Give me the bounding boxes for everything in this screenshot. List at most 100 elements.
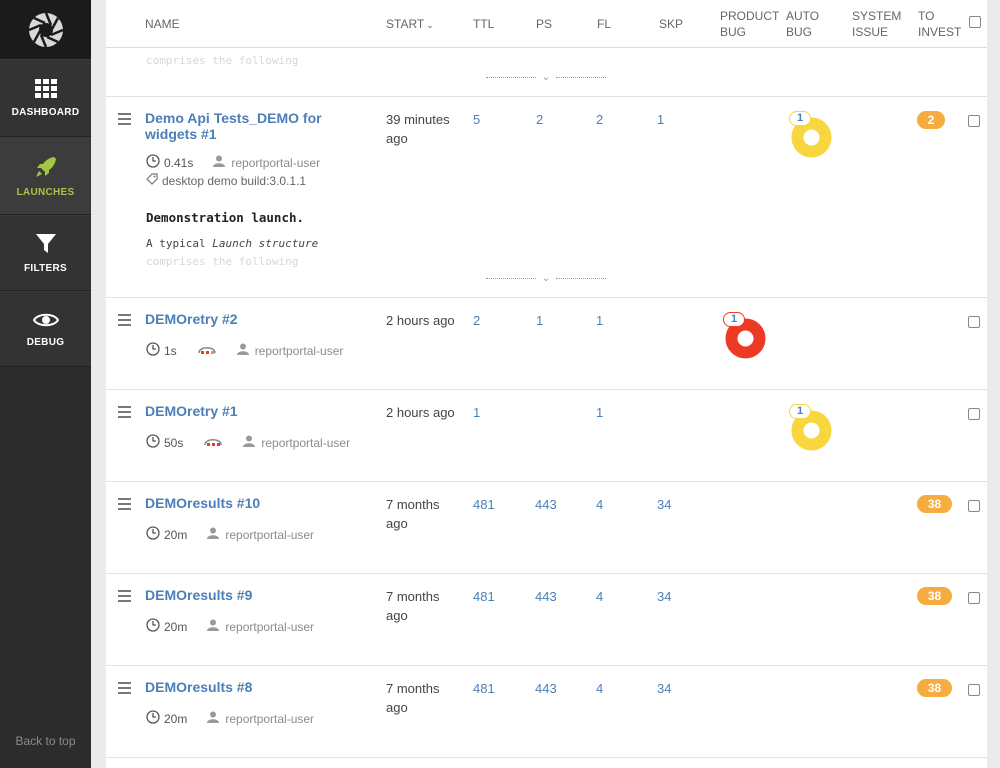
- stat-skipped[interactable]: 34: [657, 497, 671, 512]
- column-header-ttl[interactable]: TTL: [473, 16, 494, 32]
- description-text-italic: Launch structure: [212, 237, 319, 250]
- stat-passed[interactable]: 443: [535, 681, 557, 696]
- header-line: INVEST: [918, 25, 962, 39]
- stat-failed[interactable]: 4: [596, 681, 603, 696]
- launch-name-link[interactable]: DEMOresults #8: [145, 679, 252, 695]
- column-header-name[interactable]: NAME: [145, 16, 180, 32]
- launch-name-link[interactable]: DEMOresults #10: [145, 495, 260, 511]
- to-investigate-badge[interactable]: 2: [917, 111, 945, 129]
- sidebar-item-label: DEBUG: [26, 336, 65, 348]
- to-investigate-badge[interactable]: 38: [917, 587, 952, 605]
- stat-skipped[interactable]: 34: [657, 681, 671, 696]
- stat-failed[interactable]: 1: [596, 313, 603, 328]
- stat-total[interactable]: 481: [473, 681, 495, 696]
- to-investigate-badge[interactable]: 38: [917, 679, 952, 697]
- sidebar-item-label: DASHBOARD: [11, 106, 80, 118]
- column-header-auto-bug[interactable]: AUTO BUG: [786, 8, 819, 40]
- description-expander[interactable]: ⌄: [482, 71, 610, 83]
- product-bug-count: 1: [723, 312, 745, 327]
- launch-start-time: 7 months ago: [386, 589, 440, 623]
- description-text-prefix: A typical: [146, 237, 213, 250]
- header-line: BUG: [720, 25, 747, 39]
- launch-attribute-value[interactable]: desktop demo build:3.0.1.1: [162, 174, 306, 188]
- launch-duration: 50s: [164, 435, 184, 450]
- row-checkbox[interactable]: [968, 684, 980, 696]
- sidebar-item-filters[interactable]: FILTERS: [0, 215, 91, 291]
- stat-total[interactable]: 481: [473, 497, 495, 512]
- column-header-ps[interactable]: PS: [536, 16, 552, 32]
- column-header-fl[interactable]: FL: [597, 16, 611, 32]
- column-header-to-invest[interactable]: TO INVEST: [918, 8, 961, 40]
- clock-icon: [146, 618, 160, 635]
- description-fade-text: comprises the following: [146, 255, 299, 268]
- retry-icon[interactable]: [203, 435, 223, 450]
- drag-handle-icon[interactable]: [118, 682, 131, 697]
- launch-name-link[interactable]: DEMOresults #9: [145, 587, 252, 603]
- launch-owner[interactable]: reportportal-user: [255, 344, 344, 358]
- sidebar-item-debug[interactable]: DEBUG: [0, 291, 91, 367]
- launch-owner[interactable]: reportportal-user: [225, 528, 314, 542]
- sidebar-item-label: LAUNCHES: [16, 186, 75, 198]
- launch-meta: 20m reportportal-user: [146, 526, 314, 543]
- stat-total[interactable]: 481: [473, 589, 495, 604]
- select-all-checkbox[interactable]: [969, 16, 981, 28]
- drag-handle-icon[interactable]: [118, 590, 131, 605]
- launch-name-link[interactable]: Demo Api Tests_DEMO for widgets #1: [145, 110, 345, 142]
- stat-failed[interactable]: 4: [596, 497, 603, 512]
- stat-skipped[interactable]: 1: [657, 112, 664, 127]
- launch-name-link[interactable]: DEMOretry #2: [145, 311, 238, 327]
- launch-meta: 50s reportportal-user: [146, 434, 350, 451]
- drag-handle-icon[interactable]: [118, 498, 131, 513]
- sidebar-item-launches[interactable]: LAUNCHES: [0, 137, 91, 215]
- column-header-start[interactable]: START ⌄: [386, 16, 434, 33]
- stat-passed[interactable]: 443: [535, 497, 557, 512]
- user-icon: [243, 435, 256, 450]
- launch-owner[interactable]: reportportal-user: [231, 156, 320, 170]
- table-row: DEMOretry #1 50s reportportal-user 2 hou…: [106, 390, 987, 482]
- stat-skipped[interactable]: 34: [657, 589, 671, 604]
- stat-failed[interactable]: 1: [596, 405, 603, 420]
- launch-owner[interactable]: reportportal-user: [225, 712, 314, 726]
- launch-duration: 20m: [164, 527, 188, 542]
- stat-total[interactable]: 1: [473, 405, 480, 420]
- launches-table: NAME START ⌄ TTL PS FL SKP PRODUCT BUG AUT…: [106, 0, 987, 768]
- filter-icon: [35, 233, 56, 253]
- back-to-top-link[interactable]: Back to top: [0, 734, 91, 748]
- user-icon: [236, 343, 249, 358]
- column-header-system-issue[interactable]: SYSTEM ISSUE: [852, 8, 901, 40]
- table-row: DEMOresults #8 20m reportportal-user 7 m…: [106, 666, 987, 758]
- drag-handle-icon[interactable]: [118, 406, 131, 421]
- row-checkbox[interactable]: [968, 408, 980, 420]
- description-fade-text: comprises the following: [146, 54, 299, 67]
- column-header-product-bug[interactable]: PRODUCT BUG: [720, 8, 779, 40]
- column-header-skp[interactable]: SKP: [659, 16, 683, 32]
- launch-name-link[interactable]: DEMOretry #1: [145, 403, 238, 419]
- launch-owner[interactable]: reportportal-user: [261, 436, 350, 450]
- header-line: BUG: [786, 25, 813, 39]
- launch-meta: 20m reportportal-user: [146, 618, 314, 635]
- launch-duration: 20m: [164, 619, 188, 634]
- row-checkbox[interactable]: [968, 500, 980, 512]
- drag-handle-icon[interactable]: [118, 314, 131, 329]
- stat-total[interactable]: 2: [473, 313, 480, 328]
- stat-total[interactable]: 5: [473, 112, 480, 127]
- stat-passed[interactable]: 2: [536, 112, 543, 127]
- retry-icon[interactable]: [197, 343, 217, 358]
- row-checkbox[interactable]: [968, 115, 980, 127]
- sort-chevron-icon: ⌄: [426, 20, 434, 30]
- stat-passed[interactable]: 1: [536, 313, 543, 328]
- launch-owner[interactable]: reportportal-user: [225, 620, 314, 634]
- clock-icon: [146, 526, 160, 543]
- row-checkbox[interactable]: [968, 316, 980, 328]
- to-investigate-badge[interactable]: 38: [917, 495, 952, 513]
- stat-failed[interactable]: 4: [596, 589, 603, 604]
- row-checkbox[interactable]: [968, 592, 980, 604]
- table-row: DEMOresults #10 20m reportportal-user 7 …: [106, 482, 987, 574]
- stat-failed[interactable]: 2: [596, 112, 603, 127]
- app-logo[interactable]: [0, 0, 91, 59]
- sidebar-item-dashboard[interactable]: DASHBOARD: [0, 59, 91, 137]
- stat-passed[interactable]: 443: [535, 589, 557, 604]
- launch-start-time: 2 hours ago: [386, 405, 455, 420]
- drag-handle-icon[interactable]: [118, 113, 131, 128]
- description-expander[interactable]: ⌄: [482, 272, 610, 284]
